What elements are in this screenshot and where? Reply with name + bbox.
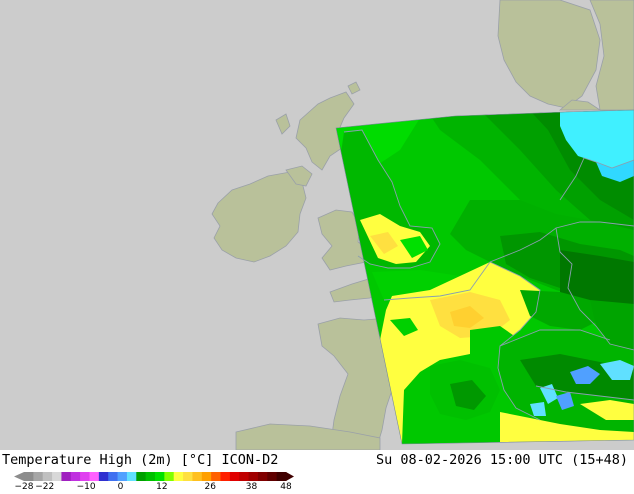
legend-swatch [155, 472, 165, 481]
legend-swatch [98, 472, 109, 481]
legend-swatch [239, 472, 249, 481]
legend-swatch [220, 472, 231, 481]
legend-swatch [276, 472, 287, 481]
legend-swatch [257, 472, 268, 481]
legend-tick-label: 0 [118, 482, 124, 490]
legend-canvas: −28 −22 −10 0 12 26 38 48 [14, 472, 294, 492]
legend-swatch [108, 472, 118, 481]
legend-tick-label: 38 [246, 482, 258, 490]
legend-swatch [201, 472, 212, 481]
legend-tick-label: 48 [280, 482, 292, 490]
legend-tick-label: −28 [15, 482, 34, 490]
legend-arrow-high [286, 472, 294, 481]
legend-swatch [183, 472, 193, 481]
legend-swatch [164, 472, 175, 481]
legend-tick-label: 26 [204, 482, 216, 490]
map-canvas [0, 0, 634, 450]
weather-map[interactable] [0, 0, 634, 450]
legend-swatch [229, 472, 240, 481]
legend-swatch [145, 472, 156, 481]
legend-swatch [267, 472, 278, 481]
legend-tick-label: −10 [77, 482, 96, 490]
legend-swatch [61, 472, 72, 481]
legend-arrow-low [14, 472, 24, 481]
legend-swatch [117, 472, 128, 481]
legend-swatch [136, 472, 147, 481]
legend-swatch [70, 472, 81, 481]
legend-swatch [33, 472, 44, 481]
legend-swatch [89, 472, 100, 481]
legend-swatch [192, 472, 203, 481]
map-footer: Temperature High (2m) [°C] ICON-D2 Su 08… [0, 450, 634, 492]
legend-swatch [211, 472, 221, 481]
legend-tick-label: −22 [35, 482, 54, 490]
legend-swatch [24, 472, 34, 481]
legend-swatch [248, 472, 259, 481]
legend-swatch [42, 472, 53, 481]
legend-swatch [80, 472, 90, 481]
forecast-datetime: Su 08-02-2026 15:00 UTC (15+48) [376, 452, 628, 468]
legend-tick-label: 12 [156, 482, 167, 490]
legend-swatch [52, 472, 62, 481]
legend-swatch [173, 472, 184, 481]
color-legend: −28 −22 −10 0 12 26 38 48 [0, 471, 300, 492]
legend-swatch [126, 472, 137, 481]
map-title: Temperature High (2m) [°C] ICON-D2 [2, 452, 279, 468]
